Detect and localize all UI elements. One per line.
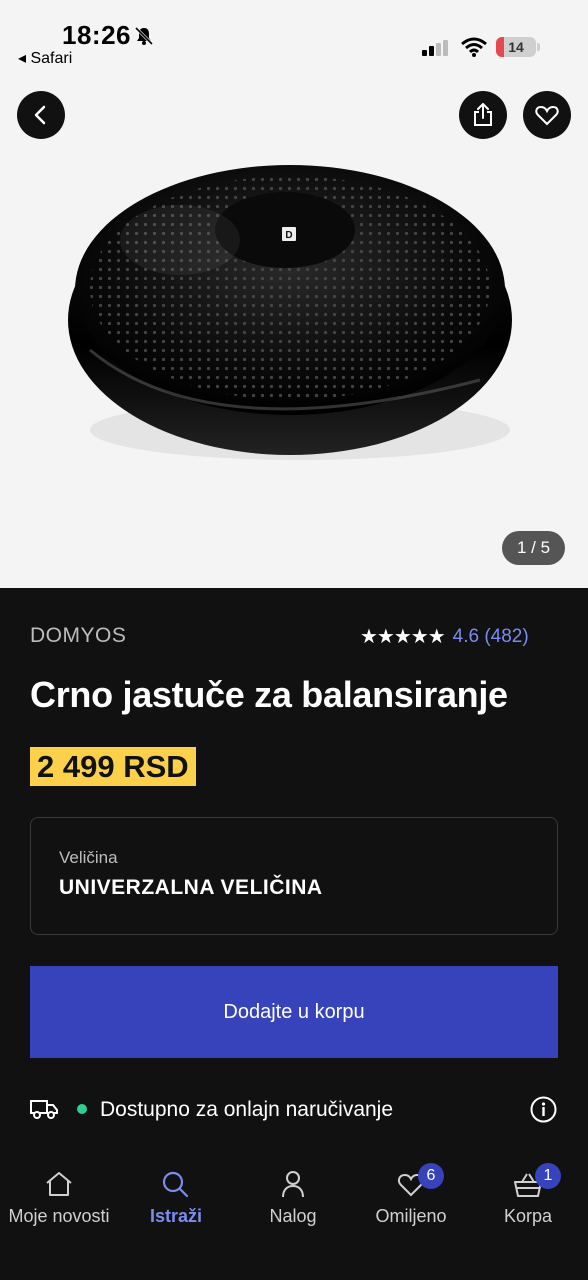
tab-label: Istraži: [149, 1206, 203, 1226]
home-icon: [46, 1172, 72, 1196]
tab-omiljeno[interactable]: Omiljeno 6: [352, 1160, 470, 1227]
tab-nalog[interactable]: Nalog: [234, 1160, 352, 1227]
availability-text: Dostupno za onlajn naručivanje: [100, 1098, 394, 1121]
cart-badge: 1: [535, 1163, 561, 1189]
back-button[interactable]: [17, 91, 65, 139]
truck-icon: [30, 1100, 58, 1119]
bell-muted-icon: [134, 26, 154, 46]
rating[interactable]: ★★★★★ 4.6 (482): [360, 624, 529, 649]
tab-label: Moje novosti: [8, 1206, 110, 1226]
favorites-badge: 6: [418, 1163, 444, 1189]
product-gallery[interactable]: D 18:26 ◂ Safari 14 1 / 5: [0, 0, 588, 588]
search-icon: [162, 1171, 189, 1198]
product-title: Crno jastuče za balansiranje: [30, 674, 508, 715]
chevron-left-icon: [34, 105, 46, 125]
rating-value[interactable]: 4.6 (482): [453, 626, 529, 648]
info-icon[interactable]: [530, 1096, 557, 1123]
size-value: UNIVERZALNA VELIČINA: [59, 876, 323, 899]
share-icon: [474, 103, 492, 126]
status-bar: 18:26 ◂ Safari 14: [0, 0, 588, 80]
rating-stars: ★★★★★: [360, 626, 446, 648]
user-icon: [282, 1171, 304, 1198]
heart-icon: [535, 105, 559, 126]
availability-status-dot: [77, 1104, 87, 1114]
brand-name[interactable]: DOMYOS: [30, 624, 126, 648]
tab-label: Korpa: [503, 1206, 553, 1226]
add-to-cart-button[interactable]: Dodajte u korpu: [30, 966, 558, 1058]
battery-indicator: 14: [496, 37, 536, 57]
favorite-button[interactable]: [523, 91, 571, 139]
battery-level-fill: [496, 37, 504, 57]
tab-korpa[interactable]: Korpa 1: [469, 1160, 587, 1227]
svg-text:D: D: [285, 230, 292, 241]
balance-cushion-image: D: [68, 165, 512, 460]
bottom-tab-bar: Moje novosti Istraži Nalog Omiljeno 6 Ko…: [0, 1160, 588, 1280]
tab-label: Omiljeno: [375, 1206, 447, 1226]
tab-moje-novosti[interactable]: Moje novosti: [0, 1160, 118, 1227]
share-button[interactable]: [459, 91, 507, 139]
battery-level: 14: [508, 39, 524, 55]
availability-row: Dostupno za onlajn naručivanje: [30, 1094, 560, 1126]
image-counter: 1 / 5: [502, 531, 565, 565]
signal-icon: [422, 40, 448, 56]
status-time: 18:26: [62, 20, 131, 50]
tab-istrazi[interactable]: Istraži: [117, 1160, 235, 1227]
battery-nub: [537, 43, 540, 51]
tab-label: Nalog: [269, 1206, 317, 1226]
product-price: 2 499 RSD: [30, 747, 196, 786]
wifi-icon: [461, 37, 487, 57]
back-to-safari[interactable]: ◂ Safari: [18, 48, 72, 68]
size-selector[interactable]: Veličina UNIVERZALNA VELIČINA: [30, 817, 558, 935]
size-label: Veličina: [59, 848, 118, 867]
